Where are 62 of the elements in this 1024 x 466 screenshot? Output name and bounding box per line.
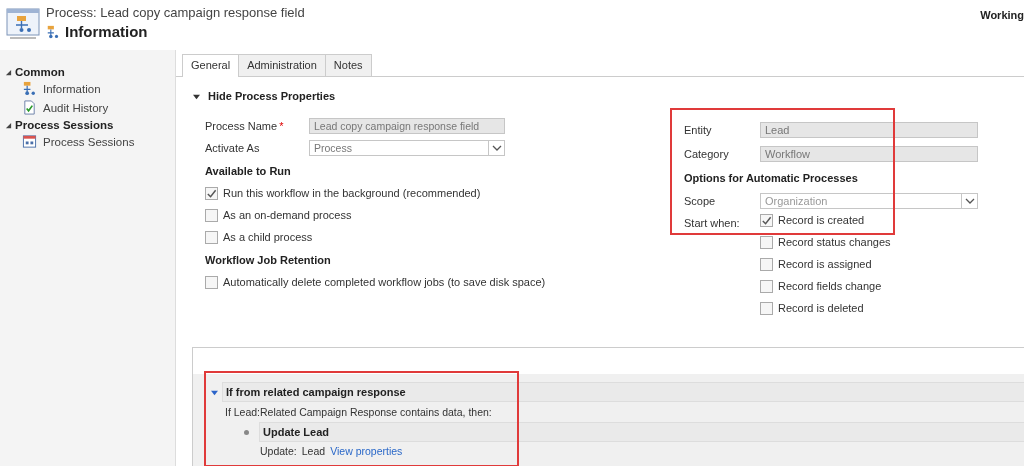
section-header[interactable]: Hide Process Properties [193, 90, 1024, 102]
checkbox-label: Record fields change [778, 280, 882, 292]
field-label: Start when: [684, 216, 741, 231]
checkbox[interactable] [205, 186, 218, 200]
sidebar-item[interactable]: Audit History [43, 101, 109, 114]
entity-name: Lead [301, 445, 326, 457]
sidebar-group[interactable]: Common [0, 65, 175, 79]
tab[interactable]: General [182, 54, 240, 77]
flowchart-icon [22, 81, 37, 96]
checkbox[interactable] [760, 213, 773, 227]
action-label: Update: [260, 445, 297, 457]
bullet-icon [244, 429, 249, 435]
checkbox-label: As an on-demand process [223, 209, 352, 221]
checkbox[interactable] [760, 257, 773, 271]
record-title: Process: Lead copy campaign response field [46, 5, 305, 20]
group-heading: Available to Run [205, 165, 292, 179]
collapse-arrow-icon[interactable] [211, 388, 218, 396]
input-field[interactable]: Workflow [760, 146, 978, 162]
expanded-triangle-icon [5, 122, 12, 129]
field-label: Scope [684, 195, 717, 207]
tab[interactable]: Notes [324, 54, 372, 76]
checkbox[interactable] [205, 230, 218, 244]
triangle-icon [193, 92, 200, 100]
checkbox[interactable] [760, 235, 773, 249]
dropdown[interactable]: Process [309, 140, 505, 156]
status-text: Working [980, 8, 1024, 21]
checkbox-label: Record is deleted [778, 302, 864, 314]
group-heading: Options for Automatic Processes [684, 172, 859, 186]
checkbox[interactable] [205, 208, 218, 222]
checkbox-label: Automatically delete completed workflow jobs (to save disk space) [223, 276, 546, 288]
field-label: Activate As [205, 142, 260, 154]
sidebar-item[interactable]: Process Sessions [43, 135, 135, 148]
tab[interactable]: Administration [238, 54, 326, 76]
step-title[interactable]: If from related campaign response [222, 382, 1024, 402]
document-check-icon [22, 100, 37, 115]
sidebar-group[interactable]: Process Sessions [0, 118, 175, 132]
process-window-icon [6, 7, 42, 41]
field-label: Category [684, 148, 730, 160]
condition-text: If Lead:Related Campaign Response contains data, then: [224, 405, 493, 420]
action-title[interactable]: Update Lead [259, 422, 1024, 442]
required-mark: * [279, 120, 284, 132]
chevron-down-icon [491, 145, 502, 151]
checkbox-label: Run this workflow in the background (recommended) [223, 187, 481, 199]
expanded-triangle-icon [5, 69, 12, 76]
input-field[interactable]: Lead [760, 122, 978, 138]
chevron-down-icon [964, 198, 975, 204]
group-heading: Workflow Job Retention [205, 254, 332, 268]
view-properties-link[interactable]: View properties [330, 445, 403, 457]
form-title: Information [65, 23, 148, 40]
field-label: Entity [684, 124, 713, 136]
checkbox[interactable] [205, 275, 218, 289]
checkbox-label: Record status changes [778, 236, 891, 248]
field-label: Process Name [205, 120, 278, 132]
checkbox[interactable] [760, 279, 773, 293]
checkbox-label: Record is assigned [778, 258, 872, 270]
flowchart-icon [46, 24, 60, 39]
sidebar-item[interactable]: Information [43, 82, 101, 95]
checkbox-label: As a child process [223, 231, 313, 243]
checkbox-label: Record is created [778, 214, 865, 226]
input-field[interactable]: Lead copy campaign response field [309, 118, 505, 134]
calendar-icon [22, 134, 37, 149]
checkbox[interactable] [760, 301, 773, 315]
